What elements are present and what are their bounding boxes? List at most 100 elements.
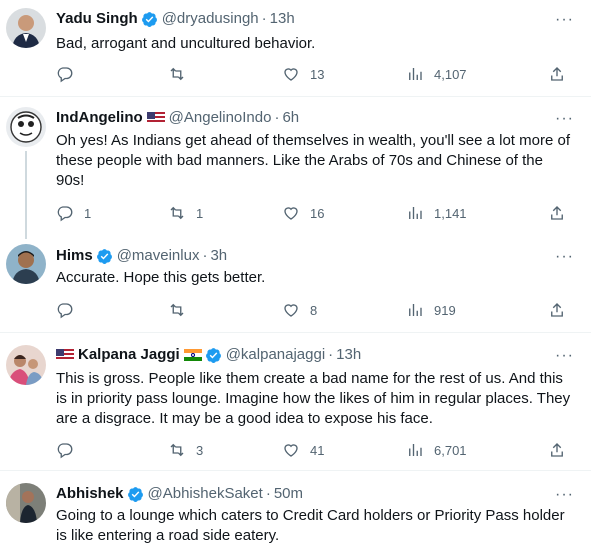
author-handle[interactable]: @kalpanajaggi	[226, 345, 325, 365]
tweet-text: This is gross. People like them create a…	[56, 370, 571, 427]
view-count: 919	[434, 302, 456, 318]
heart-icon	[284, 444, 298, 457]
tweet-text: Bad, arrogant and uncultured behavior.	[56, 35, 316, 52]
verified-icon	[205, 347, 221, 363]
thread-line	[25, 151, 27, 239]
share-icon	[551, 67, 563, 81]
timestamp[interactable]: 6h	[282, 108, 299, 128]
timestamp[interactable]: 3h	[210, 246, 227, 266]
verified-icon	[96, 248, 112, 264]
tweet-5[interactable]: Abhishek @AbhishekSaket · 50m ··· Going …	[0, 471, 591, 557]
avatar[interactable]	[6, 8, 46, 48]
separator-dot: ·	[261, 10, 267, 27]
us-flag-icon	[56, 349, 74, 361]
more-options-icon[interactable]: ···	[555, 12, 573, 33]
like-button[interactable]: 41	[282, 440, 324, 460]
heart-icon	[284, 304, 298, 317]
timestamp[interactable]: 13h	[270, 9, 295, 29]
author-name[interactable]: Abhishek	[56, 484, 124, 504]
tweet-2[interactable]: IndAngelino @AngelinoIndo · 6h ··· Oh ye…	[0, 97, 591, 239]
retweet-count: 1	[196, 205, 204, 221]
verified-icon	[141, 11, 157, 27]
author-name[interactable]: Kalpana Jaggi	[78, 345, 180, 365]
share-button[interactable]	[548, 64, 566, 84]
view-count: 6,701	[434, 442, 467, 458]
retweet-button[interactable]: 3	[168, 440, 203, 460]
like-count: 41	[310, 442, 325, 458]
more-options-icon[interactable]: ···	[555, 348, 573, 369]
reply-button[interactable]	[56, 64, 84, 84]
avatar[interactable]	[6, 107, 46, 147]
reply-button[interactable]	[56, 440, 84, 460]
tweet-1[interactable]: Yadu Singh @dryadusingh · 13h ··· Bad, a…	[0, 0, 591, 96]
reply-icon	[57, 443, 73, 459]
heart-icon	[284, 207, 298, 220]
share-button[interactable]	[548, 440, 566, 460]
avatar[interactable]	[6, 483, 46, 523]
retweet-button[interactable]: 1	[168, 203, 203, 223]
views-button[interactable]: 1,141	[406, 203, 467, 223]
timestamp[interactable]: 13h	[336, 345, 361, 365]
timestamp[interactable]: 50m	[274, 484, 303, 504]
tweet-3[interactable]: Hims @maveinlux · 3h ··· Accurate. Hope …	[0, 236, 591, 332]
like-count: 8	[310, 302, 318, 318]
share-button[interactable]	[548, 203, 566, 223]
views-button[interactable]: 4,107	[406, 64, 467, 84]
author-name[interactable]: IndAngelino	[56, 108, 143, 128]
retweet-button[interactable]	[168, 300, 196, 320]
views-chart-icon	[409, 207, 422, 219]
views-chart-icon	[409, 304, 422, 316]
heart-icon	[284, 68, 298, 81]
view-count: 1,141	[434, 205, 467, 221]
reply-button[interactable]: 1	[56, 203, 91, 223]
share-icon	[551, 443, 563, 457]
share-icon	[551, 303, 563, 317]
author-handle[interactable]: @AngelinoIndo	[169, 108, 272, 128]
share-button[interactable]	[548, 300, 566, 320]
tweet-text: Oh yes! As Indians get ahead of themselv…	[56, 132, 570, 189]
tweet-text: Going to a lounge which caters to Credit…	[56, 507, 565, 544]
retweet-count: 3	[196, 442, 204, 458]
reply-icon	[57, 67, 73, 83]
reply-count: 1	[84, 205, 92, 221]
tweet-4[interactable]: Kalpana Jaggi @kalpanajaggi · 13h ··· Th…	[0, 333, 591, 470]
retweet-icon	[170, 303, 184, 317]
avatar[interactable]	[6, 244, 46, 284]
retweet-button[interactable]	[168, 64, 196, 84]
like-button[interactable]: 13	[282, 64, 324, 84]
views-button[interactable]: 919	[406, 300, 456, 320]
like-button[interactable]: 16	[282, 203, 324, 223]
reply-icon	[57, 303, 73, 319]
views-button[interactable]: 6,701	[406, 440, 467, 460]
reply-button[interactable]	[56, 300, 84, 320]
action-bar: 8 919	[56, 300, 579, 320]
action-bar: 13 4,107	[56, 64, 579, 84]
separator-dot: ·	[328, 346, 334, 363]
retweet-icon	[170, 206, 184, 220]
share-icon	[551, 206, 563, 220]
verified-icon	[127, 486, 143, 502]
india-flag-icon	[183, 349, 202, 361]
retweet-icon	[170, 67, 184, 81]
author-handle[interactable]: @dryadusingh	[162, 9, 259, 29]
view-count: 4,107	[434, 66, 467, 82]
like-count: 16	[310, 205, 325, 221]
separator-dot: ·	[274, 109, 280, 126]
separator-dot: ·	[202, 247, 208, 264]
us-flag-icon	[146, 112, 165, 124]
action-bar: 3 41 6,701	[56, 440, 579, 460]
retweet-icon	[170, 443, 184, 457]
tweet-text: Accurate. Hope this gets better.	[56, 269, 266, 286]
more-options-icon[interactable]: ···	[555, 111, 573, 132]
avatar[interactable]	[6, 345, 46, 385]
author-name[interactable]: Hims	[56, 246, 93, 266]
action-bar: 1 1 16 1,141	[56, 203, 579, 223]
reply-icon	[57, 206, 73, 222]
author-handle[interactable]: @maveinlux	[117, 246, 200, 266]
separator-dot: ·	[265, 485, 271, 502]
views-chart-icon	[409, 444, 422, 456]
author-handle[interactable]: @AbhishekSaket	[148, 484, 263, 504]
like-button[interactable]: 8	[282, 300, 317, 320]
views-chart-icon	[409, 68, 422, 80]
author-name[interactable]: Yadu Singh	[56, 9, 138, 29]
